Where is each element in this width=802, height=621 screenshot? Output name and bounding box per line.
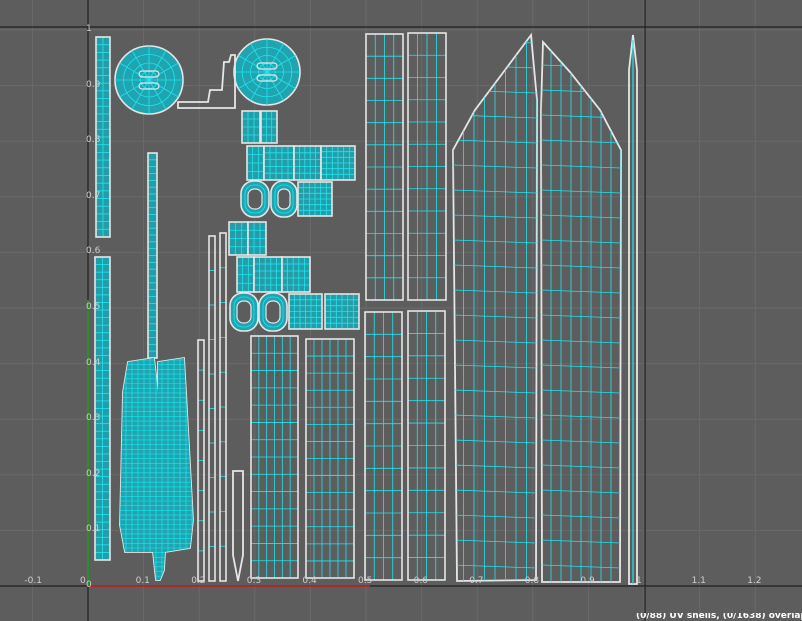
uv-shell-square[interactable] bbox=[288, 293, 323, 330]
v-tick-label: 0.9 bbox=[86, 79, 101, 90]
uv-hole bbox=[277, 188, 291, 210]
uv-shell-loop[interactable] bbox=[240, 180, 270, 218]
u-tick-label: 1.2 bbox=[747, 576, 762, 586]
u-tick-label: 0.7 bbox=[469, 576, 484, 586]
uv-shell-board[interactable] bbox=[407, 310, 446, 581]
v-tick-label: 1 bbox=[86, 24, 92, 34]
uv-shell-slat[interactable] bbox=[219, 232, 227, 582]
u-tick-label: 0.9 bbox=[580, 576, 595, 586]
u-tick-label: -0.1 bbox=[24, 576, 42, 586]
uv-shell-fill bbox=[294, 146, 321, 180]
v-tick-label: 0.8 bbox=[86, 135, 101, 146]
uv-edge bbox=[541, 64, 621, 69]
v-tick-label: 0.6 bbox=[86, 246, 101, 257]
uv-hole bbox=[247, 188, 263, 210]
uv-shell-stair[interactable] bbox=[177, 54, 236, 109]
uv-shell-button-right[interactable] bbox=[233, 38, 301, 106]
u-tick-label: 0 bbox=[80, 576, 86, 586]
u-tick-label: 0.6 bbox=[413, 576, 428, 586]
uv-shell-fill bbox=[282, 257, 310, 292]
uv-canvas[interactable] bbox=[0, 0, 802, 621]
uv-shell-board[interactable] bbox=[407, 32, 447, 301]
uv-shell-square[interactable] bbox=[241, 110, 261, 144]
uv-shell-square[interactable] bbox=[260, 110, 278, 144]
uv-shell-square[interactable] bbox=[247, 221, 267, 256]
uv-shell-square[interactable] bbox=[320, 145, 356, 181]
v-tick-label: 0.1 bbox=[86, 524, 101, 535]
uv-shell-button-left[interactable] bbox=[114, 45, 184, 115]
v-tick-label: 0.2 bbox=[86, 468, 101, 479]
uv-shell-square[interactable] bbox=[253, 256, 283, 293]
uv-hole bbox=[265, 300, 281, 324]
uv-shell-board[interactable] bbox=[364, 311, 403, 581]
u-tick-label: 1 bbox=[636, 576, 642, 586]
uv-shell-square[interactable] bbox=[293, 145, 322, 181]
u-tick-label: 0.1 bbox=[135, 576, 150, 586]
v-tick-label: 0.4 bbox=[86, 357, 101, 368]
uv-shell-square[interactable] bbox=[281, 256, 311, 293]
uv-shell-pocket[interactable] bbox=[118, 355, 198, 583]
uv-hole bbox=[236, 300, 252, 324]
uv-shell-board[interactable] bbox=[365, 33, 404, 301]
uv-shell-fill bbox=[254, 257, 282, 292]
uv-shell-loop[interactable] bbox=[258, 292, 288, 332]
u-tick-label: 0.4 bbox=[302, 576, 317, 586]
v-tick-label: 0.5 bbox=[86, 302, 101, 312]
uv-edge bbox=[541, 42, 621, 44]
uv-shell-panel[interactable] bbox=[250, 335, 299, 579]
v-tick-label: 0.3 bbox=[86, 413, 101, 424]
u-tick-label: 0.8 bbox=[524, 576, 540, 586]
u-tick-label: 1.1 bbox=[691, 576, 706, 586]
uv-shell-square[interactable] bbox=[324, 293, 360, 330]
uv-shell-square[interactable] bbox=[228, 221, 249, 256]
uv-shell-loop[interactable] bbox=[270, 180, 298, 218]
uv-shell-square[interactable] bbox=[246, 145, 265, 181]
uv-shell-needle[interactable] bbox=[628, 34, 638, 585]
uv-shell-border bbox=[177, 54, 236, 109]
uv-shell-rod[interactable] bbox=[147, 152, 158, 359]
uv-shell-border bbox=[232, 470, 244, 582]
uv-shell-slat[interactable] bbox=[208, 235, 216, 582]
u-tick-label: 0.2 bbox=[191, 576, 206, 586]
u-tick-label: 0.3 bbox=[246, 576, 262, 586]
uv-shell-square[interactable] bbox=[236, 256, 255, 293]
uv-shell-panel[interactable] bbox=[305, 338, 355, 579]
uv-status-readout: (0/88) UV shells, (0/1638) overlapping U… bbox=[636, 613, 802, 621]
uv-shell-loop[interactable] bbox=[229, 292, 259, 332]
v-tick-label: 0 bbox=[86, 580, 92, 590]
uv-shell-square[interactable] bbox=[297, 181, 333, 217]
uv-edge bbox=[453, 64, 537, 69]
uv-shell-fill bbox=[264, 146, 294, 180]
v-tick-label: 0.7 bbox=[86, 190, 101, 201]
uv-shell-spike[interactable] bbox=[232, 470, 244, 582]
u-tick-label: 0.5 bbox=[358, 576, 373, 586]
uv-editor-viewport[interactable]: -0.1 0 0.1 0.2 0.3 0.4 0.5 0.6 0.7 0.8 0.9 1 1.1 1.2 … bbox=[0, 0, 802, 621]
uv-shell-square[interactable] bbox=[263, 145, 295, 181]
